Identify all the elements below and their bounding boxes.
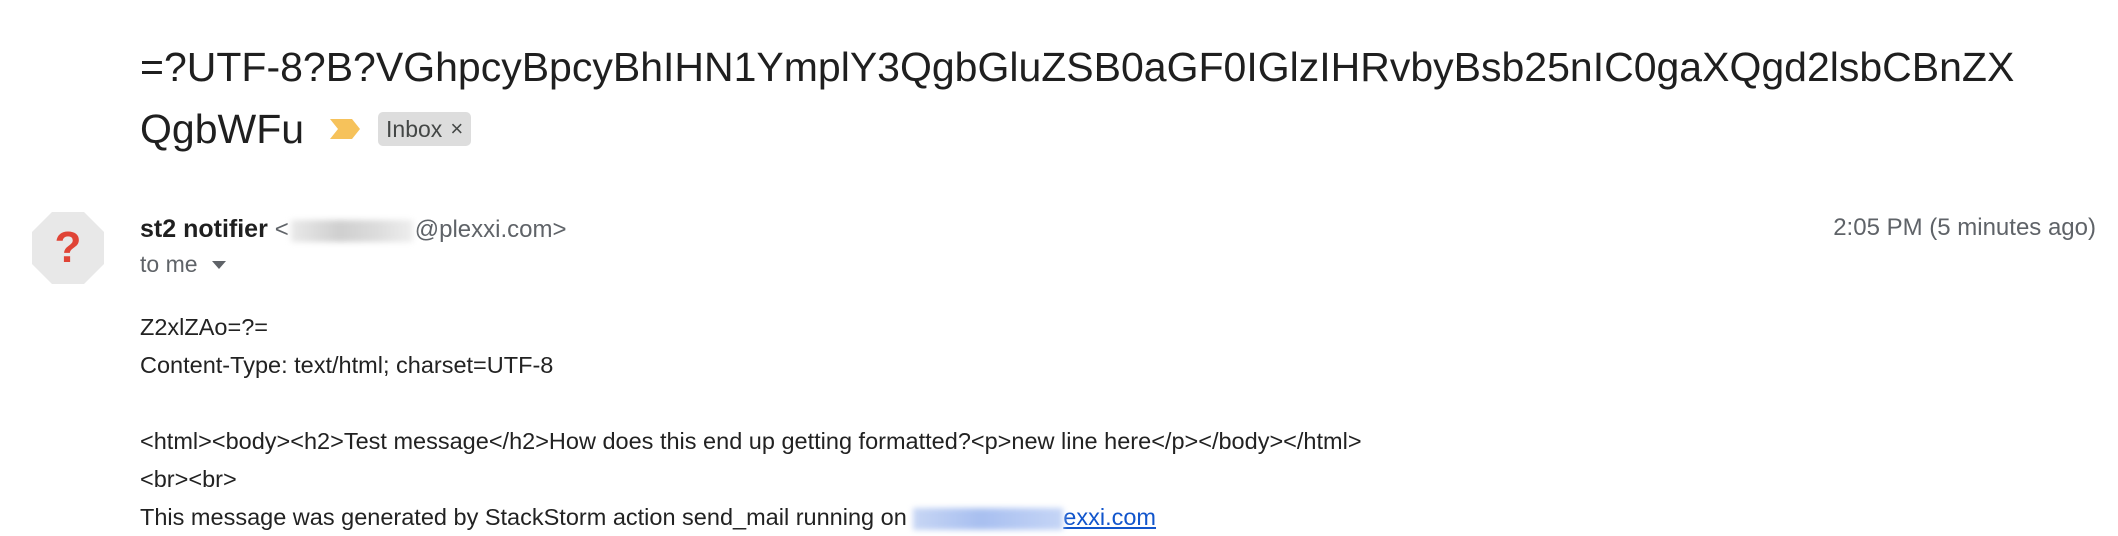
sender-header: st2 notifier < @plexxi.com> to me xyxy=(140,212,567,278)
sender-email-domain: @plexxi.com> xyxy=(414,216,567,243)
body-line: <br><br> xyxy=(140,466,237,492)
sender-email[interactable]: < @plexxi.com> xyxy=(275,216,567,243)
timestamp: 2:05 PM (5 minutes ago) xyxy=(1833,214,2096,241)
hostname-link[interactable]: exxi.com xyxy=(913,504,1156,530)
redacted-email-user xyxy=(290,219,413,242)
body-footer: This message was generated by StackStorm… xyxy=(140,498,1362,536)
email-subject: =?UTF-8?B?VGhpcyBpcyBhIHN1YmplY3QgbGluZS… xyxy=(140,36,2118,160)
email-body: Z2xlZAo=?= Content-Type: text/html; char… xyxy=(140,308,1362,536)
subject-line-2: QgbWFu xyxy=(140,106,305,152)
body-line: Z2xlZAo=?= xyxy=(140,314,269,340)
important-marker-icon[interactable] xyxy=(328,117,362,141)
subject-line-1: =?UTF-8?B?VGhpcyBpcyBhIHN1YmplY3QgbGluZS… xyxy=(140,44,2015,90)
footer-text: This message was generated by StackStorm… xyxy=(140,504,914,530)
label-chip-text: Inbox xyxy=(386,116,443,142)
sender-name[interactable]: st2 notifier xyxy=(140,215,268,243)
close-icon[interactable]: × xyxy=(450,98,463,160)
recipient-label: to me xyxy=(140,251,198,277)
hostname-link-suffix: exxi.com xyxy=(1063,504,1157,530)
body-blank-line xyxy=(140,384,1362,422)
unknown-sender-avatar: ? xyxy=(32,212,104,284)
label-chip-inbox[interactable]: Inbox × xyxy=(378,112,472,146)
body-line: <html><body><h2>Test message</h2>How doe… xyxy=(140,428,1362,454)
redacted-hostname xyxy=(913,507,1064,530)
recipient-line[interactable]: to me xyxy=(140,251,567,278)
sender-email-prefix: < xyxy=(274,216,289,243)
body-line: Content-Type: text/html; charset=UTF-8 xyxy=(140,352,554,378)
avatar-glyph: ? xyxy=(55,223,82,272)
chevron-down-icon[interactable] xyxy=(211,260,226,269)
